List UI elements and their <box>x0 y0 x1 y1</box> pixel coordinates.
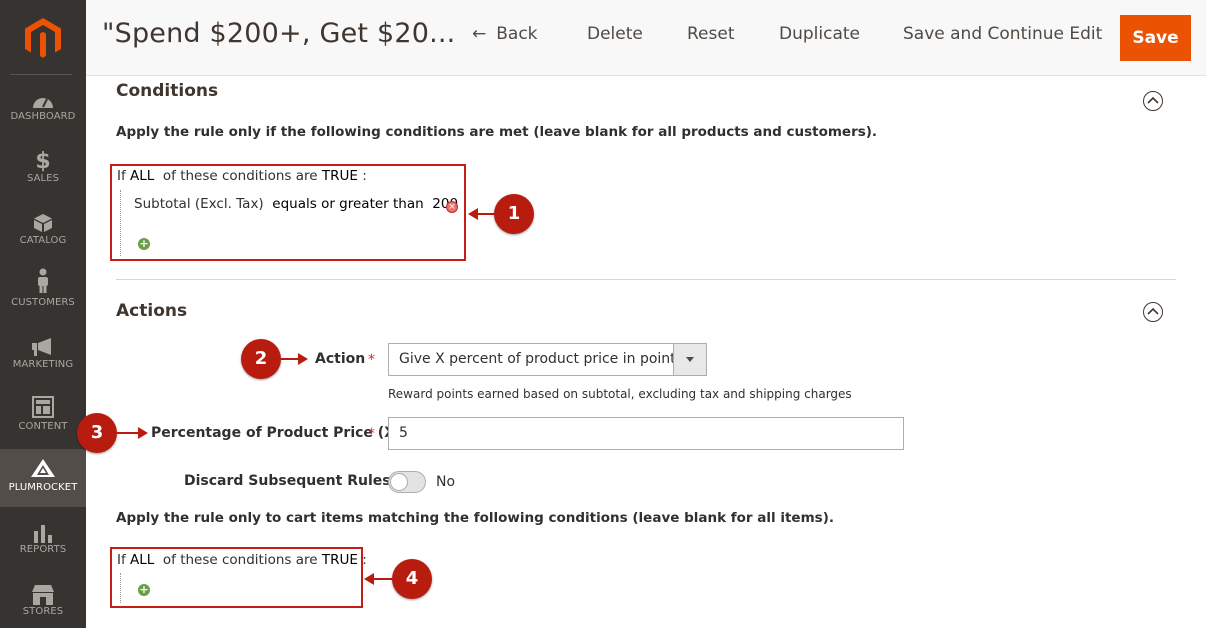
megaphone-icon <box>28 334 58 360</box>
callout-arrow-line <box>372 578 394 580</box>
back-button[interactable]: ← Back <box>472 24 538 44</box>
person-icon <box>28 268 58 294</box>
callout-arrow-line <box>476 213 496 215</box>
save-and-continue-button[interactable]: Save and Continue Edit <box>903 24 1102 44</box>
add-cart-condition-icon[interactable]: + <box>138 584 150 596</box>
rule-attribute[interactable]: Subtotal (Excl. Tax) <box>134 196 264 212</box>
discard-rules-value: No <box>436 474 456 490</box>
discard-rules-label: Discard Subsequent Rules <box>184 473 391 489</box>
nav-label: DASHBOARD <box>10 111 76 122</box>
save-button[interactable]: Save <box>1120 15 1191 61</box>
section-divider <box>116 279 1176 280</box>
add-condition-icon[interactable]: + <box>138 238 150 250</box>
callout-badge-1: 1 <box>494 194 534 234</box>
reset-button[interactable]: Reset <box>687 24 735 44</box>
main-content: Conditions Apply the rule only if the fo… <box>77 77 1206 628</box>
cart-conditions-root-line: If ALL of these conditions are TRUE : <box>117 552 367 568</box>
nav-content[interactable]: CONTENT <box>0 394 86 456</box>
tree-guide-line <box>120 573 121 603</box>
actions-section-title[interactable]: Actions <box>116 301 187 321</box>
action-select[interactable]: Give X percent of product price in point… <box>388 343 707 376</box>
magento-logo-icon[interactable] <box>21 16 65 60</box>
collapse-conditions-icon[interactable] <box>1143 91 1163 111</box>
arrow-left-icon: ← <box>472 24 487 44</box>
bar-chart-icon <box>28 520 58 546</box>
conditions-suffix: : <box>362 168 367 184</box>
nav-label: PLUMROCKET <box>8 482 78 493</box>
conditions-middle-label: of these conditions are <box>162 168 318 184</box>
logo-divider <box>10 74 72 75</box>
condition-rule-line: Subtotal (Excl. Tax) equals or greater t… <box>134 196 458 212</box>
nav-dashboard[interactable]: DASHBOARD <box>0 86 86 148</box>
percentage-label: Percentage of Product Price (X) <box>151 425 402 441</box>
nav-label: REPORTS <box>19 544 67 555</box>
nav-sales[interactable]: $ SALES <box>0 148 86 210</box>
conditions-description: Apply the rule only if the following con… <box>116 124 878 140</box>
dollar-icon: $ <box>35 148 51 174</box>
nav-label: CONTENT <box>18 421 68 432</box>
rule-operator[interactable]: equals or greater than <box>272 196 423 212</box>
callout-arrow-line <box>117 432 139 434</box>
nav-label: MARKETING <box>12 359 74 370</box>
collapse-actions-icon[interactable] <box>1143 302 1163 322</box>
nav-label: SALES <box>26 173 60 184</box>
conditions-root-line: If ALL of these conditions are TRUE : <box>117 168 367 184</box>
if-label: If <box>117 552 126 568</box>
callout-arrow-head <box>298 353 308 365</box>
nav-label: CUSTOMERS <box>11 297 75 308</box>
page-header: "Spend $200+, Get $20... ← Back Delete Re… <box>86 0 1206 76</box>
callout-badge-2: 2 <box>241 339 281 379</box>
nav-stores[interactable]: STORES <box>0 582 86 628</box>
store-icon <box>28 582 58 608</box>
action-select-value: Give X percent of product price in point… <box>399 351 683 367</box>
box-icon <box>28 210 58 236</box>
percentage-input[interactable]: 5 <box>388 417 904 450</box>
chevron-down-icon[interactable] <box>673 344 706 375</box>
nav-label: CATALOG <box>19 235 67 246</box>
nav-plumrocket[interactable]: PLUMROCKET <box>0 449 86 507</box>
action-label: Action <box>315 351 366 367</box>
tree-guide-line <box>120 190 121 256</box>
back-label: Back <box>496 24 538 44</box>
cart-items-description: Apply the rule only to cart items matchi… <box>116 510 834 526</box>
value-selector[interactable]: TRUE <box>322 168 358 184</box>
cart-aggregator-selector[interactable]: ALL <box>130 552 154 568</box>
callout-arrow-line <box>281 358 299 360</box>
aggregator-selector[interactable]: ALL <box>130 168 154 184</box>
conditions-section-title[interactable]: Conditions <box>116 81 218 101</box>
nav-label: STORES <box>22 606 64 617</box>
toggle-knob <box>390 473 408 491</box>
nav-reports[interactable]: REPORTS <box>0 520 86 582</box>
layout-icon <box>28 394 58 420</box>
duplicate-button[interactable]: Duplicate <box>779 24 860 44</box>
conditions-tree-box: If ALL of these conditions are TRUE : Su… <box>110 164 466 261</box>
callout-badge-3: 3 <box>77 413 117 453</box>
remove-condition-icon[interactable]: × <box>446 201 458 213</box>
required-asterisk: * <box>368 426 375 442</box>
action-note: Reward points earned based on subtotal, … <box>388 387 852 401</box>
discard-rules-toggle[interactable] <box>388 471 426 493</box>
page-title: "Spend $200+, Get $20... <box>102 18 456 49</box>
plumrocket-icon <box>28 455 58 481</box>
nav-customers[interactable]: CUSTOMERS <box>0 268 86 334</box>
nav-marketing[interactable]: MARKETING <box>0 334 86 396</box>
cart-conditions-middle-label: of these conditions are <box>162 552 318 568</box>
delete-button[interactable]: Delete <box>587 24 643 44</box>
required-asterisk: * <box>368 352 375 368</box>
cart-value-selector[interactable]: TRUE <box>322 552 358 568</box>
admin-sidebar: DASHBOARD $ SALES CATALOG CUSTOMERS MARK… <box>0 0 86 628</box>
nav-catalog[interactable]: CATALOG <box>0 210 86 272</box>
callout-badge-4: 4 <box>392 559 432 599</box>
if-label: If <box>117 168 126 184</box>
cart-conditions-tree-box: If ALL of these conditions are TRUE : + <box>110 547 367 608</box>
callout-arrow-head <box>138 427 148 439</box>
cart-conditions-suffix: : <box>362 552 367 568</box>
